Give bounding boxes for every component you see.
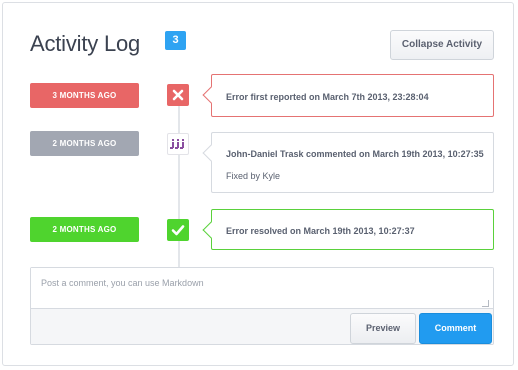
submit-comment-button[interactable]: Comment (419, 313, 492, 344)
check-icon (167, 219, 189, 241)
time-label-3: 2 months ago (30, 217, 139, 242)
activity-card-2: John-Daniel Trask commented on March 19t… (211, 132, 494, 193)
user-avatar-icon (167, 133, 189, 155)
collapse-activity-button[interactable]: Collapse Activity (390, 30, 494, 60)
timeline-connector (178, 104, 180, 269)
time-label-1: 3 months ago (30, 83, 139, 108)
activity-text-3: Error resolved on March 19th 2013, 10:27… (226, 226, 415, 236)
activity-count-badge: 3 (165, 31, 186, 50)
comment-input[interactable] (31, 268, 493, 309)
preview-button[interactable]: Preview (350, 313, 416, 344)
comment-toolbar: Preview Comment (31, 309, 493, 344)
time-label-2: 2 months ago (30, 131, 139, 156)
activity-text-2: John-Daniel Trask commented on March 19t… (226, 149, 484, 159)
page-title: Activity Log (30, 31, 141, 56)
activity-card-3: Error resolved on March 19th 2013, 10:27… (211, 209, 494, 250)
activity-log-panel: Activity Log 3 Collapse Activity 3 month… (2, 2, 514, 366)
activity-text-1: Error first reported on March 7th 2013, … (226, 92, 429, 102)
activity-comment-note: Fixed by Kyle (226, 171, 281, 181)
resize-handle-icon[interactable] (482, 300, 489, 307)
close-icon (167, 84, 189, 106)
activity-card-1: Error first reported on March 7th 2013, … (211, 74, 494, 117)
comment-form: Preview Comment (30, 267, 494, 345)
